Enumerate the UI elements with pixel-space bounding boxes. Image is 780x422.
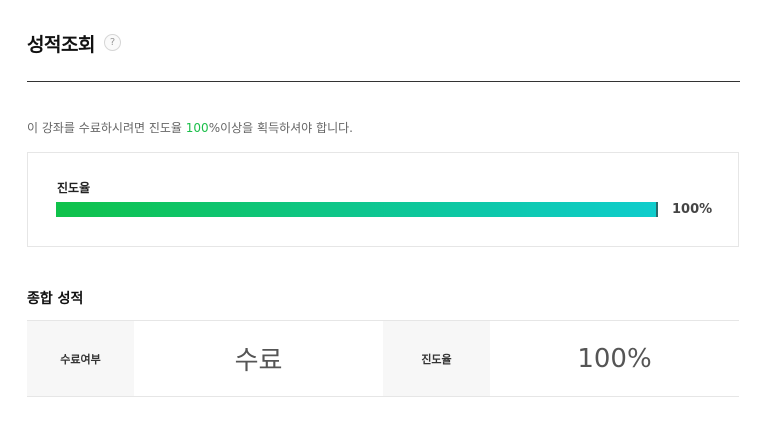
progress-bar-fill: [56, 202, 658, 217]
completion-notice: 이 강좌를 수료하시려면 진도율 100%이상을 획득하셔야 합니다.: [27, 119, 353, 136]
page-header: 성적조회 ?: [27, 28, 740, 82]
grade-summary-table: 수료여부 수료 진도율 100%: [27, 320, 739, 397]
progress-value: 100%: [672, 202, 713, 217]
progress-rate-value: 100%: [490, 321, 739, 396]
notice-suffix: %이상을 획득하셔야 합니다.: [208, 121, 353, 135]
help-icon[interactable]: ?: [104, 34, 121, 51]
notice-prefix: 이 강좌를 수료하시려면 진도율: [27, 121, 186, 135]
completion-status-header: 수료여부: [27, 321, 134, 396]
page-title: 성적조회: [27, 34, 95, 56]
progress-rate-header: 진도율: [383, 321, 490, 396]
progress-panel: 진도율 100%: [27, 152, 739, 247]
progress-bar: [56, 202, 658, 217]
summary-section-title: 종합 성적: [27, 291, 84, 307]
progress-label: 진도율: [57, 181, 91, 195]
notice-required-value: 100: [185, 121, 209, 135]
completion-status-value: 수료: [134, 321, 383, 396]
